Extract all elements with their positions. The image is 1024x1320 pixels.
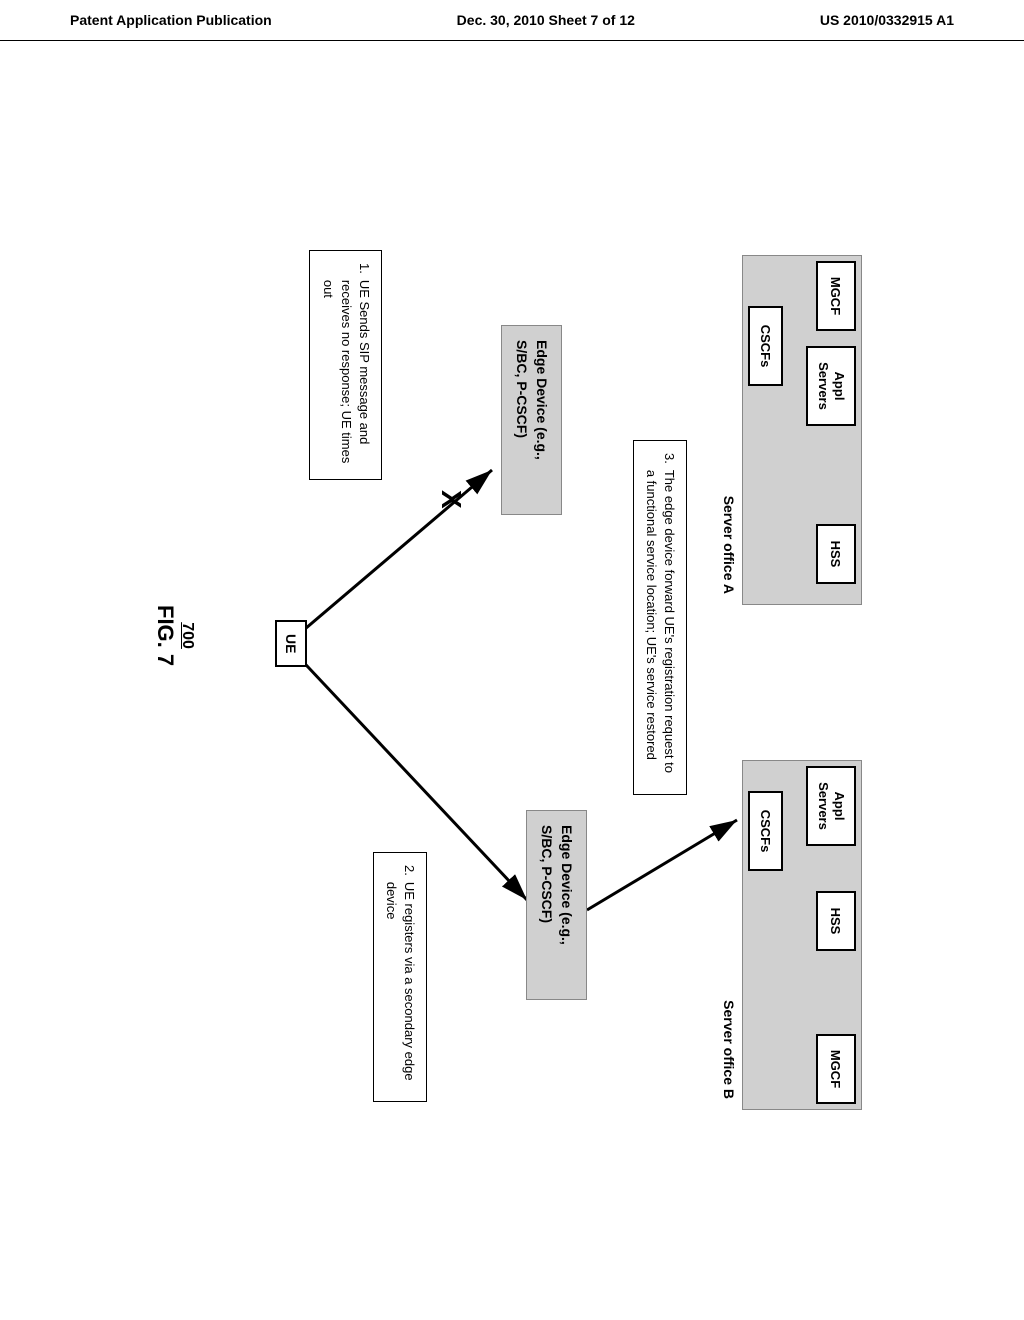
diagram: MGCF Appl Servers HSS CSCFs Server offic… bbox=[162, 210, 862, 1110]
office-a-label: Server office A bbox=[721, 496, 737, 594]
callout-step-3: 3. The edge device forward UE's registra… bbox=[633, 440, 687, 795]
figure-label: 700 FIG. 7 bbox=[152, 605, 196, 666]
header-center: Dec. 30, 2010 Sheet 7 of 12 bbox=[457, 12, 635, 28]
header-right: US 2010/0332915 A1 bbox=[820, 12, 954, 28]
cscfs-box-a: CSCFs bbox=[748, 306, 783, 386]
server-office-b: Appl Servers HSS MGCF CSCFs Server offic… bbox=[742, 760, 862, 1110]
step-3-num: 3. bbox=[642, 453, 678, 464]
header-left: Patent Application Publication bbox=[70, 12, 272, 28]
step-2-num: 2. bbox=[382, 865, 418, 876]
callout-step-1: 1. UE Sends SIP message and receives no … bbox=[309, 250, 382, 480]
callout-step-2: 2. UE registers via a secondary edge dev… bbox=[373, 852, 427, 1102]
failure-x-mark: X bbox=[435, 490, 467, 509]
mgcf-box-b: MGCF bbox=[816, 1034, 856, 1104]
appl-servers-box-a: Appl Servers bbox=[806, 346, 856, 426]
hss-box-b: HSS bbox=[816, 891, 856, 951]
edge-device-b: Edge Device (e.g., S/BC, P-CSCF) bbox=[526, 810, 587, 1000]
page-header: Patent Application Publication Dec. 30, … bbox=[0, 0, 1024, 41]
step-3-text: The edge device forward UE's registratio… bbox=[642, 470, 678, 782]
cscfs-box-b: CSCFs bbox=[748, 791, 783, 871]
step-2-text: UE registers via a secondary edge device bbox=[382, 882, 418, 1089]
server-office-a: MGCF Appl Servers HSS CSCFs Server offic… bbox=[742, 255, 862, 605]
edge-device-a: Edge Device (e.g., S/BC, P-CSCF) bbox=[501, 325, 562, 515]
appl-servers-box-b: Appl Servers bbox=[806, 766, 856, 846]
step-1-text: UE Sends SIP message and receives no res… bbox=[318, 280, 373, 467]
figure-number: 700 bbox=[178, 605, 196, 666]
hss-box-a: HSS bbox=[816, 524, 856, 584]
mgcf-box-a: MGCF bbox=[816, 261, 856, 331]
office-b-label: Server office B bbox=[721, 1000, 737, 1099]
step-1-num: 1. bbox=[318, 263, 373, 274]
figure-name: FIG. 7 bbox=[152, 605, 178, 666]
ue-box: UE bbox=[275, 620, 307, 667]
